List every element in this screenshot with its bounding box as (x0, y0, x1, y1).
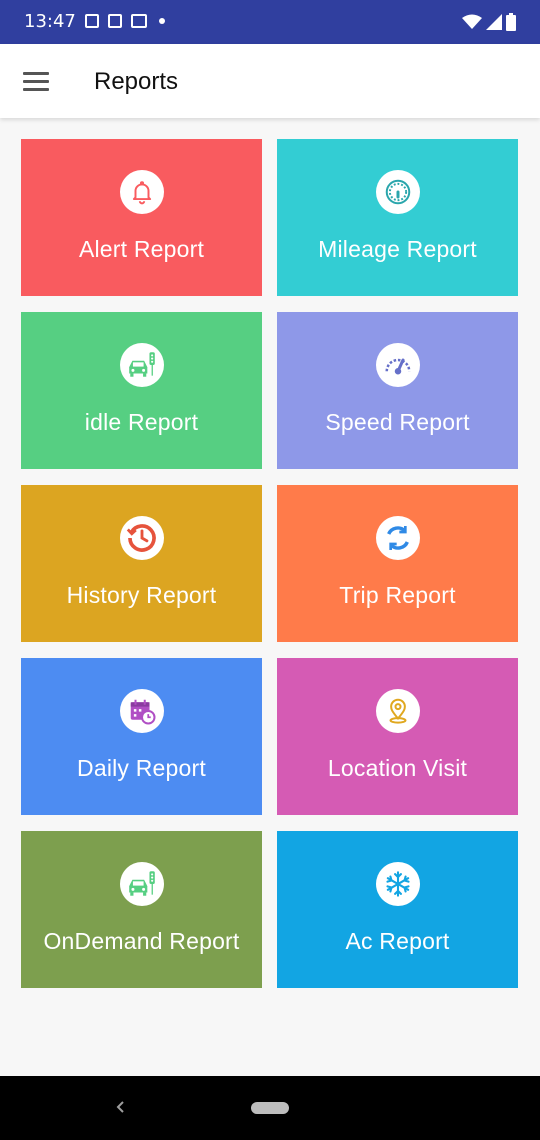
tile-ac-report[interactable]: Ac Report (277, 831, 518, 988)
back-chevron-icon[interactable] (108, 1094, 134, 1120)
tile-label: Alert Report (78, 236, 205, 262)
location-pin-icon (375, 689, 420, 733)
signal-icon (486, 14, 502, 30)
news-icon (108, 14, 122, 28)
message-icon (85, 14, 99, 28)
wifi-icon (462, 14, 482, 29)
tile-location-visit[interactable]: Location Visit (277, 658, 518, 815)
tile-mileage-report[interactable]: Mileage Report (277, 139, 518, 296)
tile-label: OnDemand Report (43, 928, 240, 954)
calendar-clock-icon (119, 689, 164, 733)
status-bar: 13:47 (0, 0, 540, 44)
home-pill-icon[interactable] (251, 1102, 289, 1114)
car-signal-icon (119, 343, 164, 387)
car-signal-icon (119, 862, 164, 906)
status-time: 13:47 (24, 11, 76, 32)
tile-alert-report[interactable]: Alert Report (21, 139, 262, 296)
tile-label: idle Report (84, 409, 199, 435)
battery-icon (506, 13, 516, 31)
tile-label: Location Visit (327, 755, 468, 781)
dot-icon (159, 18, 165, 24)
tile-label: Speed Report (325, 409, 470, 435)
history-clock-icon (119, 516, 164, 560)
refresh-cycle-icon (375, 516, 420, 560)
app-bar: Reports (0, 44, 540, 118)
tile-trip-report[interactable]: Trip Report (277, 485, 518, 642)
tile-history-report[interactable]: History Report (21, 485, 262, 642)
tile-label: Mileage Report (318, 236, 477, 262)
page-title: Reports (94, 68, 179, 95)
snowflake-icon (375, 862, 420, 906)
tile-label: Daily Report (77, 755, 206, 781)
bell-icon (119, 170, 164, 214)
hamburger-menu-icon[interactable] (18, 64, 54, 98)
reports-grid: Alert Report Mileage Report idle Report … (21, 139, 518, 988)
tile-idle-report[interactable]: idle Report (21, 312, 262, 469)
tile-label: Ac Report (345, 928, 450, 954)
gb-icon (131, 14, 147, 28)
speedometer-icon (375, 170, 420, 214)
tile-daily-report[interactable]: Daily Report (21, 658, 262, 815)
tile-ondemand-report[interactable]: OnDemand Report (21, 831, 262, 988)
tile-label: Trip Report (339, 582, 456, 608)
tile-speed-report[interactable]: Speed Report (277, 312, 518, 469)
speed-gauge-icon (375, 343, 420, 387)
tile-label: History Report (66, 582, 217, 608)
system-icons (462, 12, 516, 32)
navigation-bar (0, 1076, 540, 1140)
